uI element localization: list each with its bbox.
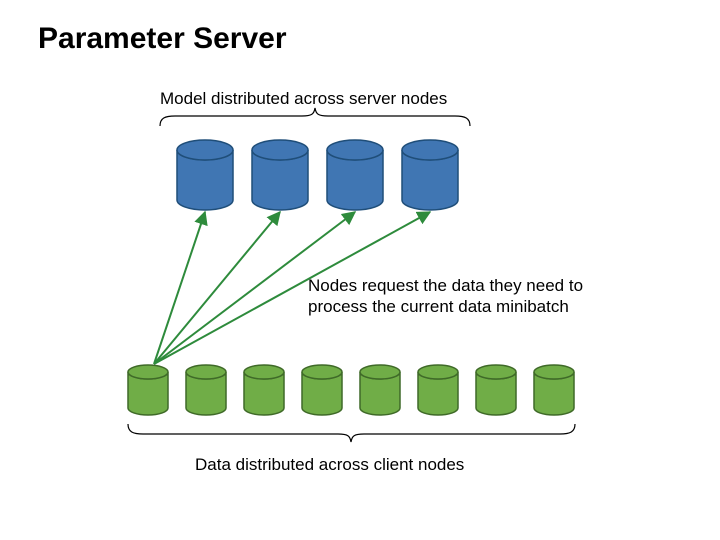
diagram-canvas	[0, 0, 720, 540]
client-node-cylinder	[476, 365, 516, 415]
client-node-cylinder	[418, 365, 458, 415]
client-node-cylinder	[244, 365, 284, 415]
request-arrow	[154, 212, 430, 364]
client-node-cylinder	[128, 365, 168, 415]
request-arrow	[154, 212, 355, 364]
client-node-cylinder	[186, 365, 226, 415]
server-node-cylinder	[402, 140, 458, 210]
server-node-cylinder	[177, 140, 233, 210]
top-brace	[160, 108, 470, 126]
client-node-cylinder	[302, 365, 342, 415]
request-arrow	[154, 212, 280, 364]
bottom-brace	[128, 424, 575, 442]
client-node-cylinder	[534, 365, 574, 415]
server-node-cylinder	[252, 140, 308, 210]
server-node-cylinder	[327, 140, 383, 210]
client-node-cylinder	[360, 365, 400, 415]
